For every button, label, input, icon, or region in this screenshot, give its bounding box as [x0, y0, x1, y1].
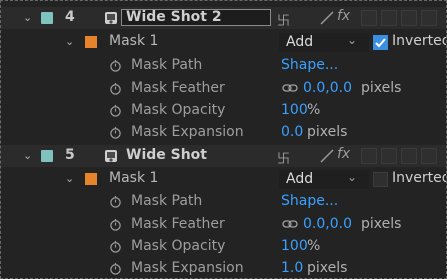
chevron-down-icon: ⌄ [347, 170, 358, 184]
switch-adjustment[interactable] [381, 10, 397, 26]
property-label: Mask Expansion [131, 124, 244, 140]
shy-icon[interactable]: 卐 [277, 148, 290, 167]
mask-name: Mask 1 [109, 33, 159, 49]
mask-expansion-value[interactable]: 0.0 [281, 124, 303, 140]
mask-mode-dropdown[interactable]: Add ⌄ [279, 33, 369, 52]
mask-path-row: Mask Path Shape... [1, 55, 446, 77]
fx-icon[interactable]: fx [337, 8, 350, 24]
label-color-swatch[interactable] [41, 150, 53, 162]
mask-feather-row: Mask Feather 0.0,0.0 pixels [1, 78, 446, 100]
mask-mode-value: Add [286, 171, 314, 187]
unit-label: % [307, 102, 321, 118]
label-color-swatch[interactable] [41, 12, 53, 24]
mask-row[interactable]: ⌄ Mask 1 Add ⌄ Inverted [1, 31, 447, 53]
mask-mode-dropdown[interactable]: Add ⌄ [279, 170, 369, 189]
stopwatch-icon[interactable] [109, 195, 122, 208]
inverted-label: Inverted [392, 33, 447, 49]
switch-extra[interactable] [421, 10, 437, 26]
fx-icon[interactable]: fx [337, 146, 350, 162]
stopwatch-icon[interactable] [109, 218, 122, 231]
unit-label: % [307, 238, 321, 254]
property-label: Mask Feather [131, 216, 225, 232]
chevron-down-icon[interactable]: ⌄ [23, 11, 32, 24]
mask-path-row: Mask Path Shape... [1, 191, 446, 213]
checkmark-icon [375, 38, 386, 48]
switch-extra[interactable] [421, 148, 437, 164]
mask-color-swatch[interactable] [85, 36, 97, 48]
stopwatch-icon[interactable] [109, 82, 122, 95]
mask-expansion-row: Mask Expansion 0.0 pixels [1, 122, 446, 144]
footage-icon [105, 150, 117, 162]
mask-opacity-value[interactable]: 100 [281, 238, 308, 254]
switch-3d[interactable] [401, 148, 417, 164]
inverted-checkbox[interactable] [373, 35, 388, 50]
chevron-down-icon[interactable]: ⌄ [65, 35, 74, 48]
inverted-label: Inverted [392, 170, 447, 186]
link-icon[interactable] [282, 219, 298, 229]
switch-adjustment[interactable] [381, 148, 397, 164]
link-icon[interactable] [282, 83, 298, 93]
unit-label: pixels [361, 216, 402, 232]
unit-label: pixels [307, 124, 348, 140]
property-label: Mask Path [131, 193, 203, 209]
switch-motion-blur[interactable] [361, 10, 377, 26]
stopwatch-icon[interactable] [109, 59, 122, 72]
switch-3d[interactable] [401, 10, 417, 26]
property-label: Mask Path [131, 57, 203, 73]
chevron-down-icon[interactable]: ⌄ [65, 172, 74, 185]
mask-mode-value: Add [286, 34, 314, 50]
collapse-icon[interactable] [319, 10, 335, 26]
mask-row[interactable]: ⌄ Mask 1 Add ⌄ Inverted [1, 168, 447, 190]
mask-opacity-value[interactable]: 100 [281, 102, 308, 118]
layer-number: 5 [65, 147, 75, 163]
mask-feather-row: Mask Feather 0.0,0.0 pixels [1, 214, 446, 236]
mask-path-value[interactable]: Shape... [281, 57, 338, 73]
layer-name: Wide Shot 2 [126, 9, 222, 25]
mask-path-value[interactable]: Shape... [281, 193, 338, 209]
property-label: Mask Feather [131, 80, 225, 96]
layer-row[interactable]: ⌄ 5 Wide Shot 卐 fx [1, 145, 446, 167]
mask-expansion-value[interactable]: 1.0 [281, 260, 303, 276]
property-label: Mask Opacity [131, 238, 226, 254]
mask-name: Mask 1 [109, 170, 159, 186]
unit-label: pixels [307, 260, 348, 276]
mask-feather-value[interactable]: 0.0,0.0 [303, 216, 352, 232]
chevron-down-icon: ⌄ [347, 33, 358, 47]
switch-motion-blur[interactable] [361, 148, 377, 164]
inverted-checkbox[interactable] [373, 172, 388, 187]
unit-label: pixels [361, 80, 402, 96]
collapse-icon[interactable] [319, 148, 335, 164]
layer-number: 4 [65, 9, 75, 25]
stopwatch-icon[interactable] [109, 104, 122, 117]
footage-icon [105, 12, 117, 24]
property-label: Mask Opacity [131, 102, 226, 118]
chevron-down-icon[interactable]: ⌄ [23, 149, 32, 162]
layer-row[interactable]: ⌄ 4 Wide Shot 2 卐 fx [1, 7, 446, 29]
property-label: Mask Expansion [131, 260, 244, 276]
shy-icon[interactable]: 卐 [277, 10, 290, 29]
mask-expansion-row: Mask Expansion 1.0 pixels [1, 258, 446, 278]
mask-feather-value[interactable]: 0.0,0.0 [303, 80, 352, 96]
mask-opacity-row: Mask Opacity 100 % [1, 236, 446, 258]
stopwatch-icon[interactable] [109, 240, 122, 253]
stopwatch-icon[interactable] [109, 262, 122, 275]
mask-color-swatch[interactable] [85, 173, 97, 185]
timeline-panel: ⌄ 4 Wide Shot 2 卐 fx ⌄ Mask 1 Add ⌄ Inve [0, 0, 447, 279]
mask-opacity-row: Mask Opacity 100 % [1, 100, 446, 122]
stopwatch-icon[interactable] [109, 126, 122, 139]
layer-name[interactable]: Wide Shot [126, 147, 207, 163]
